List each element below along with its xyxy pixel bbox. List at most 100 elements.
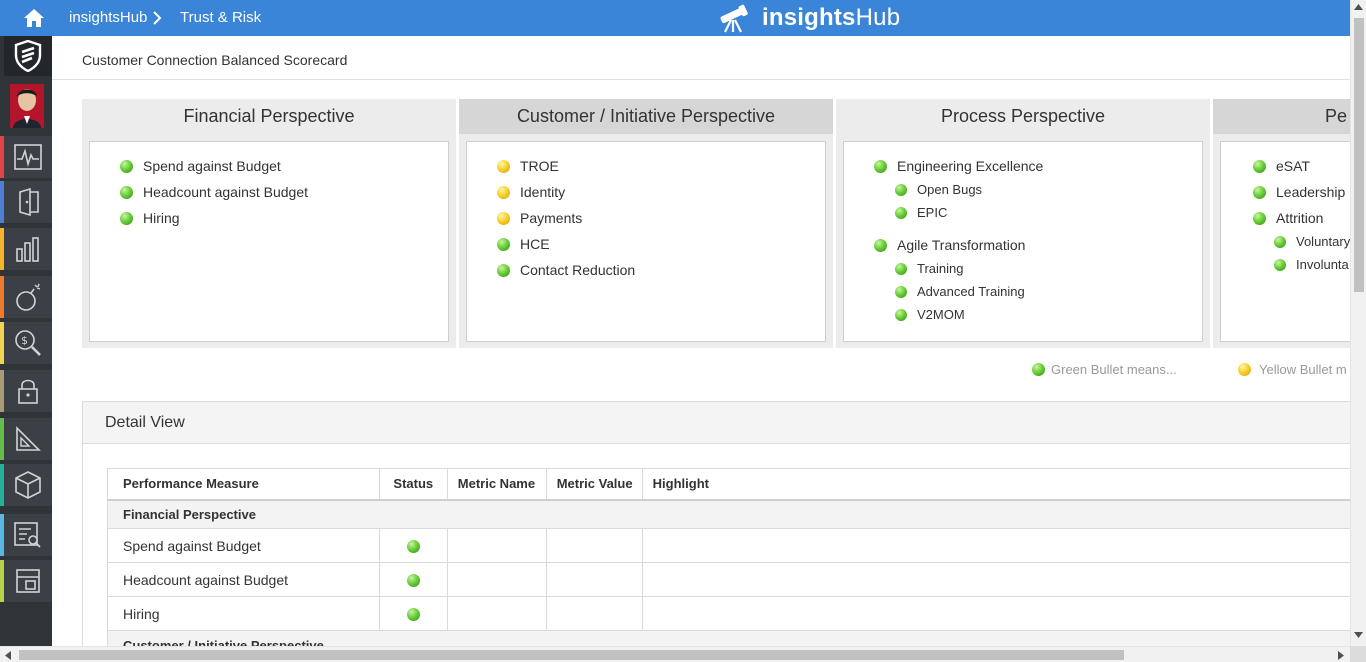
- status-bullet-icon: [120, 211, 133, 225]
- nav-item-threats[interactable]: [0, 276, 52, 318]
- status-bullet-icon: [1253, 211, 1266, 225]
- scorecard-item[interactable]: Headcount against Budget: [120, 184, 308, 200]
- status-bullet-icon: [497, 185, 510, 199]
- item-label: Attrition: [1276, 210, 1324, 226]
- status-bullet-icon: [1274, 235, 1286, 248]
- table-row[interactable]: Headcount against Budget: [107, 562, 1358, 597]
- table-group-row[interactable]: Financial Perspective: [107, 499, 1357, 529]
- financial-perspective-panel: Financial Perspective Spend against Budg…: [82, 99, 456, 348]
- list-search-icon: [14, 522, 41, 548]
- column-header-metric-value[interactable]: Metric Value: [545, 468, 643, 501]
- scroll-left-icon[interactable]: [5, 651, 11, 660]
- nav-item-finance[interactable]: $: [0, 322, 52, 364]
- scorecard-item[interactable]: eSAT: [1253, 158, 1310, 174]
- scorecard-subitem[interactable]: Voluntary: [1274, 234, 1350, 249]
- status-bullet-icon: [497, 211, 510, 225]
- brand-name-light: Hub: [855, 4, 901, 31]
- legend-yellow[interactable]: Yellow Bullet m: [1238, 362, 1350, 377]
- horizontal-scrollbar[interactable]: [0, 646, 1350, 662]
- nav-item-reports[interactable]: [0, 228, 52, 270]
- legend-label: Yellow Bullet m: [1259, 362, 1347, 377]
- scorecard-item[interactable]: Hiring: [120, 210, 180, 226]
- panel-body: TROE Identity Payments HCE Contact Reduc…: [466, 141, 826, 342]
- status-bullet-icon: [1253, 185, 1266, 199]
- nav-item-audit[interactable]: [0, 514, 52, 556]
- scorecard-subitem[interactable]: Training: [895, 261, 963, 276]
- scorecard-subitem[interactable]: Open Bugs: [895, 182, 982, 197]
- horizontal-scroll-thumb[interactable]: [19, 650, 1124, 660]
- column-header-status[interactable]: Status: [378, 468, 448, 501]
- scorecard-item[interactable]: Payments: [497, 210, 582, 226]
- vertical-scrollbar[interactable]: [1350, 0, 1366, 646]
- scorecard-subitem[interactable]: Involunta: [1274, 257, 1349, 272]
- nav-item-compliance[interactable]: [0, 418, 52, 460]
- process-perspective-panel: Process Perspective Engineering Excellen…: [836, 99, 1210, 348]
- column-header-metric-name[interactable]: Metric Name: [446, 468, 547, 501]
- scroll-down-icon[interactable]: [1354, 632, 1363, 638]
- breadcrumb-current-page[interactable]: Trust & Risk: [180, 9, 261, 26]
- activity-monitor-icon: [14, 144, 42, 170]
- nav-item-products[interactable]: [0, 464, 52, 506]
- status-bullet-icon: [120, 185, 133, 199]
- nav-item-access[interactable]: [0, 181, 52, 223]
- vertical-scroll-thumb[interactable]: [1354, 18, 1364, 292]
- status-bullet-icon: [497, 159, 510, 173]
- item-label: Voluntary: [1296, 234, 1350, 249]
- column-header-performance-measure[interactable]: Performance Measure: [107, 468, 380, 501]
- item-label: Hiring: [143, 210, 180, 226]
- scroll-up-icon[interactable]: [1354, 4, 1363, 10]
- user-avatar[interactable]: [10, 84, 44, 128]
- scorecard-subitem[interactable]: EPIC: [895, 205, 947, 220]
- scorecard-item[interactable]: Attrition: [1253, 210, 1323, 226]
- left-navigation-rail: $: [0, 36, 52, 662]
- nav-item-monitoring[interactable]: [0, 136, 52, 178]
- column-header-highlight[interactable]: Highlight: [641, 468, 1358, 501]
- panel-title: Financial Perspective: [183, 106, 355, 126]
- item-label: V2MOM: [917, 307, 965, 322]
- scorecard-item[interactable]: Agile Transformation: [874, 237, 1025, 253]
- status-bullet-icon: [406, 574, 420, 588]
- divider: [52, 79, 1350, 80]
- shield-logo-button[interactable]: [4, 36, 52, 76]
- home-icon: [24, 9, 44, 27]
- status-bullet-icon: [1274, 258, 1286, 271]
- measure-cell: Spend against Budget: [107, 528, 380, 563]
- scorecard-item[interactable]: Identity: [497, 184, 565, 200]
- status-bullet-icon: [1032, 363, 1045, 376]
- metric-name-cell: [446, 596, 547, 631]
- scorecard-item[interactable]: TROE: [497, 158, 559, 174]
- legend-green[interactable]: Green Bullet means...: [1032, 362, 1177, 377]
- scorecard-item[interactable]: HCE: [497, 236, 550, 252]
- item-label: HCE: [520, 236, 550, 252]
- scorecard-subitem[interactable]: V2MOM: [895, 307, 965, 322]
- scroll-right-icon[interactable]: [1338, 651, 1344, 660]
- measure-cell: Headcount against Budget: [107, 562, 380, 597]
- detail-view-body: Performance Measure Status Metric Name M…: [83, 443, 1358, 662]
- scorecard-subitem[interactable]: Advanced Training: [895, 284, 1025, 299]
- scorecard-item[interactable]: Spend against Budget: [120, 158, 281, 174]
- people-perspective-panel: Pe eSAT Leadership Attrition Voluntary I…: [1213, 99, 1350, 348]
- detail-view-panel: Detail View Performance Measure Status M…: [82, 401, 1358, 662]
- nav-item-dashboard[interactable]: [0, 560, 52, 602]
- panel-title: Pe: [1213, 99, 1350, 134]
- status-bullet-icon: [895, 183, 907, 196]
- scorecard-item[interactable]: Contact Reduction: [497, 262, 635, 278]
- group-label: Financial Perspective: [107, 499, 1357, 529]
- home-button[interactable]: [14, 6, 54, 30]
- telescope-icon: [720, 4, 748, 33]
- nav-item-security[interactable]: [0, 370, 52, 412]
- svg-text:$: $: [21, 334, 28, 347]
- scorecard-item[interactable]: Leadership: [1253, 184, 1345, 200]
- breadcrumb-app-link[interactable]: insightsHub: [69, 9, 147, 26]
- panel-title: Process Perspective: [940, 106, 1106, 126]
- table-row[interactable]: Spend against Budget: [107, 528, 1358, 563]
- panel-body: eSAT Leadership Attrition Voluntary Invo…: [1220, 141, 1350, 342]
- status-bullet-icon: [406, 540, 420, 554]
- status-cell: [378, 528, 448, 563]
- scorecard-item[interactable]: Engineering Excellence: [874, 158, 1043, 174]
- table-row[interactable]: Hiring: [107, 596, 1358, 631]
- customer-perspective-panel: Customer / Initiative Perspective TROE I…: [459, 99, 833, 348]
- layout-icon: [16, 569, 40, 593]
- measure-cell: Hiring: [107, 596, 380, 631]
- bar-chart-icon: [16, 237, 39, 262]
